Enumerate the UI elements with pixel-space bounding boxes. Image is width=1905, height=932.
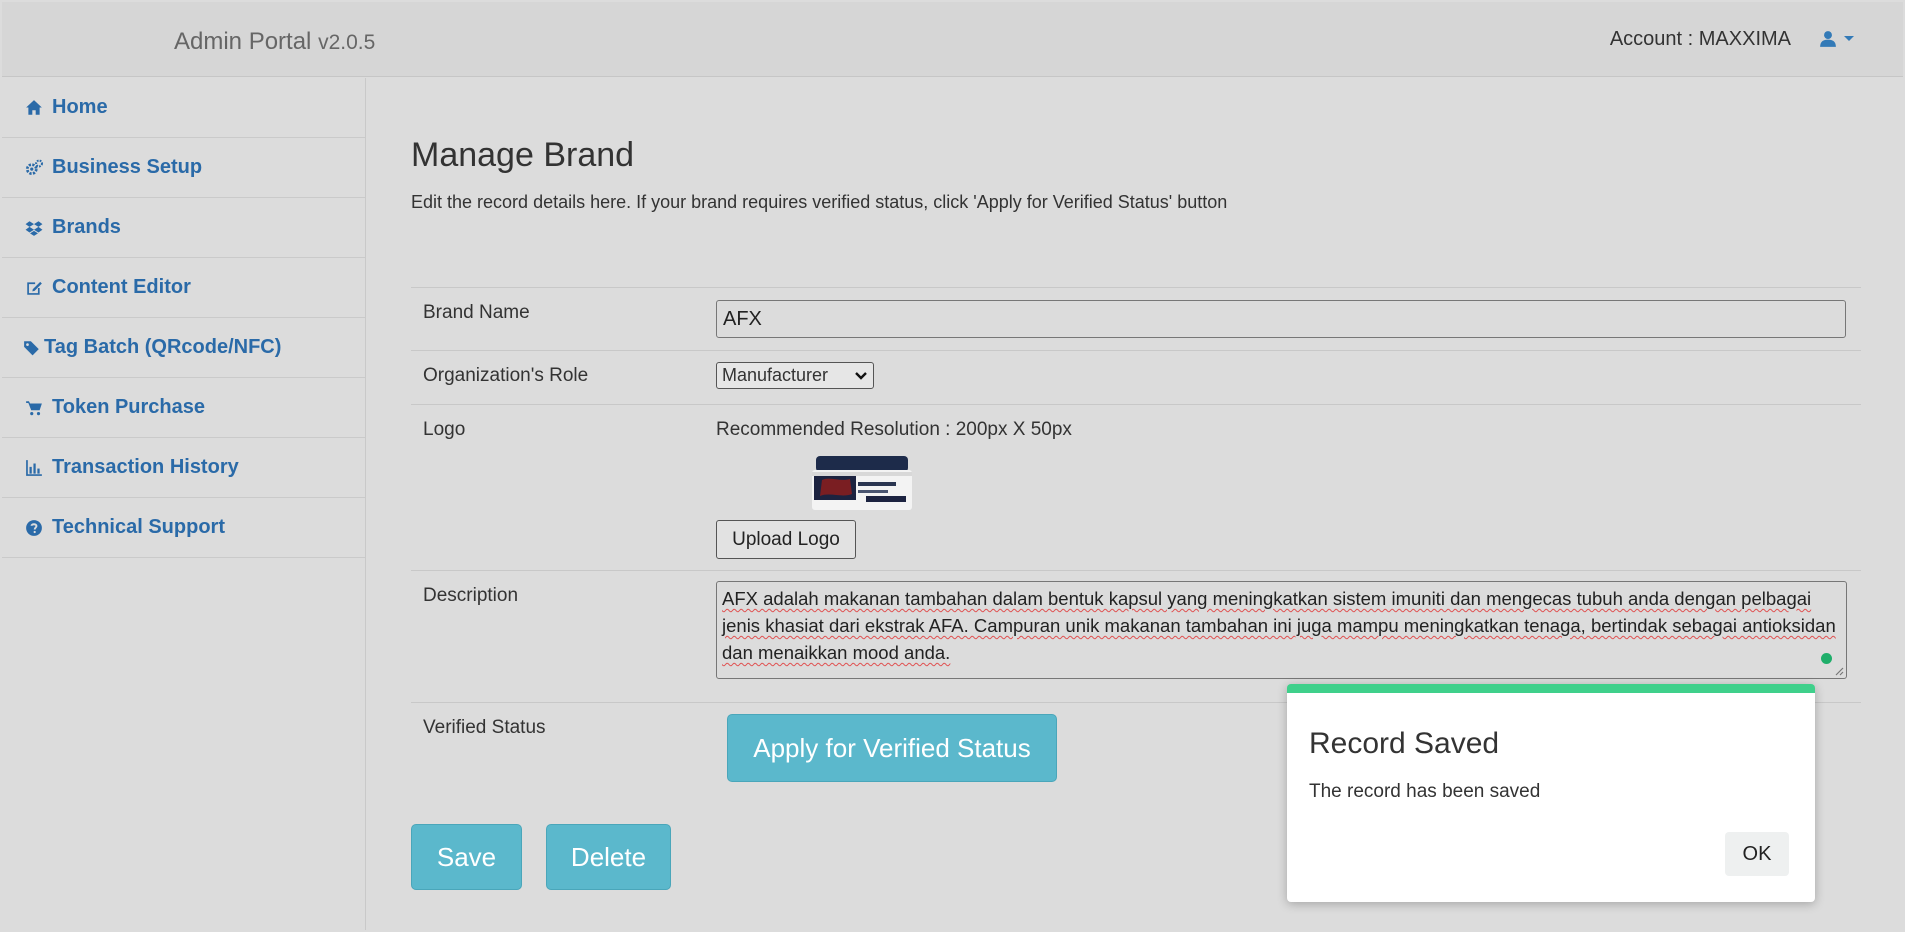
home-icon bbox=[24, 98, 44, 118]
save-button[interactable]: Save bbox=[411, 824, 522, 890]
form-row-description: Description AFX adalah makanan tambahan … bbox=[411, 570, 1861, 702]
description-text: AFX adalah makanan tambahan dalam bentuk… bbox=[722, 588, 1836, 663]
sidebar-item-brands[interactable]: Brands bbox=[2, 198, 365, 258]
app-title[interactable]: Admin Portal v2.0.5 bbox=[174, 28, 375, 56]
sidebar-item-technical-support[interactable]: Technical Support bbox=[2, 498, 365, 558]
sidebar-item-label: Business Setup bbox=[52, 156, 203, 178]
brand-name-label: Brand Name bbox=[423, 302, 530, 323]
bar-chart-icon bbox=[24, 458, 44, 478]
form-row-role: Organization's Role Manufacturer bbox=[411, 350, 1861, 404]
question-circle-icon bbox=[24, 518, 44, 538]
brand-logo-image bbox=[812, 456, 912, 510]
sidebar-item-business-setup[interactable]: Business Setup bbox=[2, 138, 365, 198]
role-select[interactable]: Manufacturer bbox=[716, 362, 874, 389]
page-subtitle: Edit the record details here. If your br… bbox=[411, 192, 1228, 212]
dialog-message: The record has been saved bbox=[1309, 781, 1541, 802]
app-window: Admin Portal v2.0.5 Account : MAXXIMA Ho… bbox=[2, 2, 1903, 930]
description-label: Description bbox=[423, 585, 519, 606]
sidebar-item-token-purchase[interactable]: Token Purchase bbox=[2, 378, 365, 438]
apply-verified-status-button[interactable]: Apply for Verified Status bbox=[727, 714, 1057, 782]
sidebar-item-tag-batch[interactable]: Tag Batch (QRcode/NFC) bbox=[2, 318, 365, 378]
sidebar-item-label: Transaction History bbox=[52, 456, 239, 478]
tags-icon bbox=[22, 338, 42, 358]
sidebar-item-label: Content Editor bbox=[52, 276, 191, 298]
record-saved-dialog: Record Saved The record has been saved O… bbox=[1287, 684, 1815, 902]
role-select-value: Manufacturer bbox=[722, 365, 829, 385]
dropbox-icon bbox=[24, 218, 44, 238]
sidebar-item-label: Home bbox=[52, 96, 108, 118]
user-menu-toggle[interactable] bbox=[1819, 26, 1865, 52]
dialog-title: Record Saved bbox=[1309, 727, 1500, 760]
delete-button[interactable]: Delete bbox=[546, 824, 671, 890]
cart-icon bbox=[24, 398, 44, 418]
sidebar-item-home[interactable]: Home bbox=[2, 78, 365, 138]
description-textarea[interactable]: AFX adalah makanan tambahan dalam bentuk… bbox=[716, 581, 1847, 679]
chevron-down-icon bbox=[855, 371, 867, 380]
account-label: Account : MAXXIMA bbox=[1609, 28, 1791, 50]
top-navbar: Admin Portal v2.0.5 Account : MAXXIMA bbox=[2, 2, 1903, 77]
sidebar: Home Business Setup Brands Content Edito… bbox=[2, 78, 366, 930]
upload-logo-button[interactable]: Upload Logo bbox=[716, 520, 856, 559]
cogs-icon bbox=[24, 158, 44, 178]
sidebar-item-transaction-history[interactable]: Transaction History bbox=[2, 438, 365, 498]
sidebar-item-label: Token Purchase bbox=[52, 396, 206, 418]
sidebar-item-label: Tag Batch (QRcode/NFC) bbox=[44, 336, 282, 358]
brand-name-input[interactable] bbox=[716, 300, 1846, 338]
sidebar-item-label: Technical Support bbox=[52, 516, 225, 538]
logo-resolution-hint: Recommended Resolution : 200px X 50px bbox=[716, 419, 1072, 440]
sidebar-item-content-editor[interactable]: Content Editor bbox=[2, 258, 365, 318]
resize-handle-icon[interactable] bbox=[1834, 666, 1844, 676]
logo-label: Logo bbox=[423, 419, 466, 440]
user-icon bbox=[1820, 31, 1836, 47]
caret-down-icon bbox=[1844, 36, 1854, 41]
app-version: v2.0.5 bbox=[318, 31, 376, 54]
sidebar-item-label: Brands bbox=[52, 216, 121, 238]
verified-status-label: Verified Status bbox=[423, 717, 546, 738]
role-label: Organization's Role bbox=[423, 365, 589, 386]
form-row-brand-name: Brand Name bbox=[411, 287, 1861, 350]
grammar-indicator-icon bbox=[1821, 653, 1832, 664]
app-title-text: Admin Portal bbox=[174, 28, 312, 55]
form-row-logo: Logo Recommended Resolution : 200px X 50… bbox=[411, 404, 1861, 570]
ok-button[interactable]: OK bbox=[1725, 832, 1789, 876]
edit-icon bbox=[24, 278, 44, 298]
page-title: Manage Brand bbox=[411, 136, 635, 174]
